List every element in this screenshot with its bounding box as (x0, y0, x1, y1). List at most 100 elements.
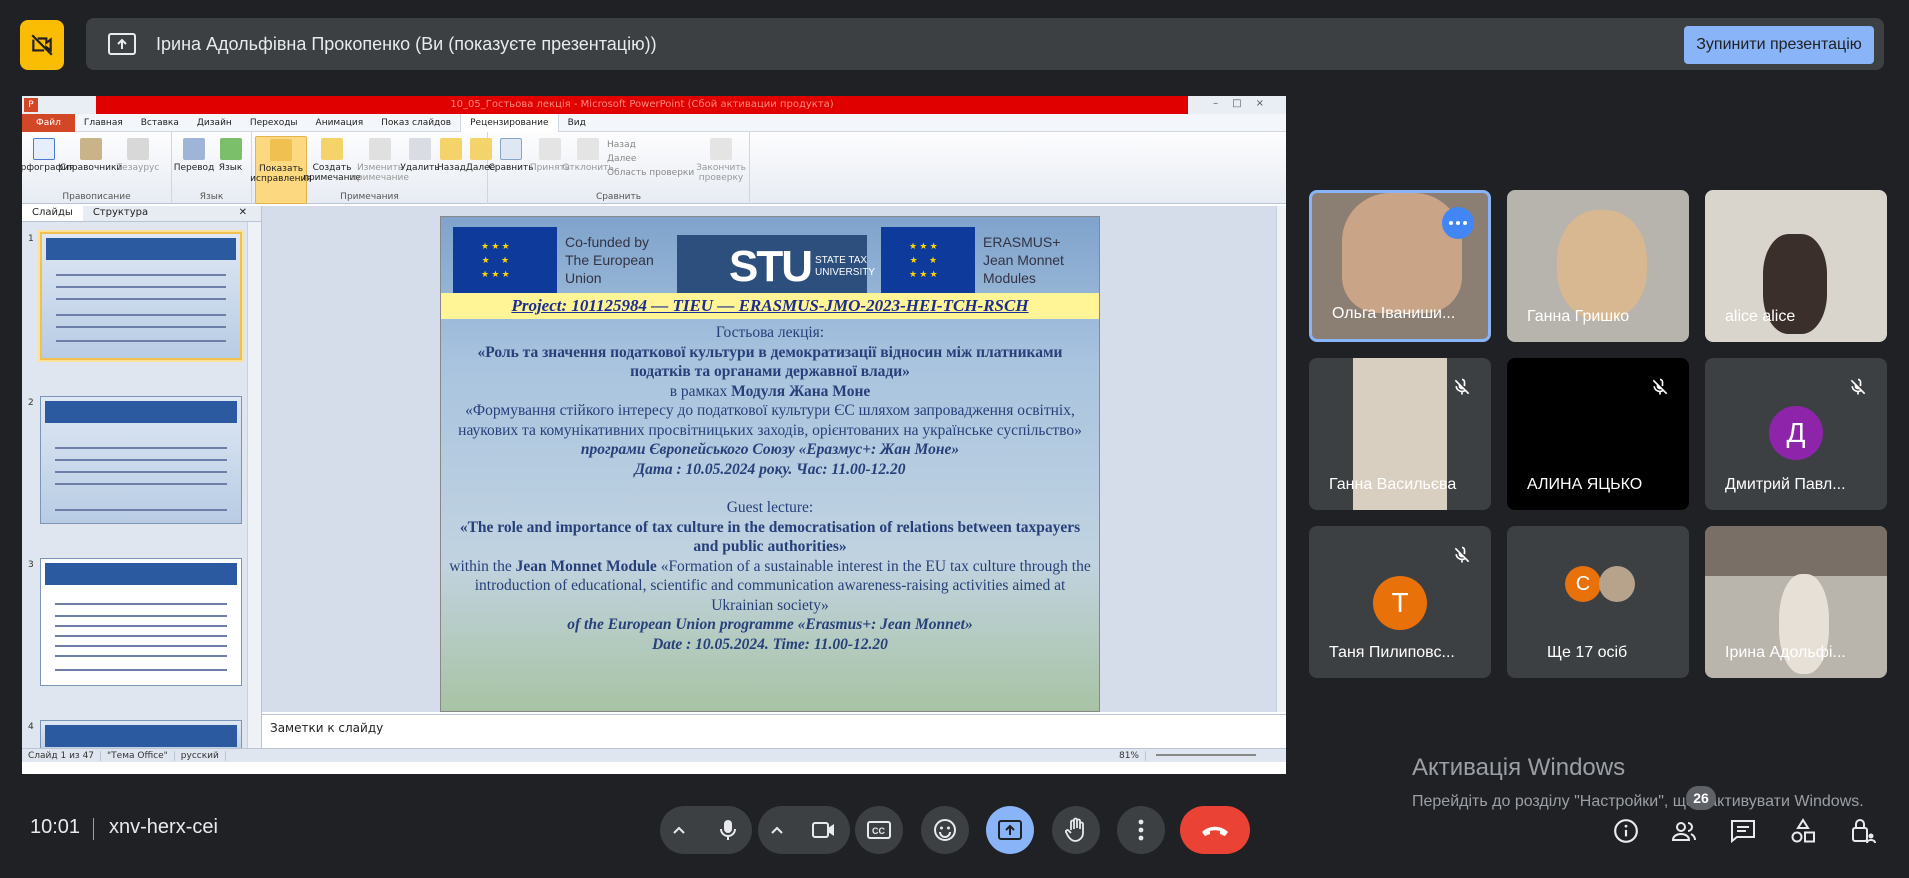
camera-control[interactable] (758, 806, 850, 854)
host-controls-button[interactable] (1846, 814, 1880, 848)
chat-icon (1731, 820, 1755, 843)
slide-editing-area: Co-funded by The European Union STU STAT… (262, 206, 1276, 712)
more-participants-tile[interactable]: С Ще 17 осіб (1507, 526, 1689, 678)
microphone-control[interactable] (660, 806, 752, 854)
tab-file[interactable]: Файл (22, 113, 75, 132)
ua-within-line: в рамках Модуля Жана Моне (669, 382, 871, 400)
participant-tile[interactable]: Д Дмитрий Павл... (1705, 358, 1887, 510)
microphone-icon[interactable] (718, 818, 738, 842)
stop-presenting-button[interactable]: Зупинити презентацію (1684, 26, 1874, 64)
ribbon-group-comments: Показать исправления Создать примечание … (250, 132, 495, 204)
shapes-icon (1791, 818, 1815, 843)
emoji-icon (934, 819, 956, 841)
language-status: русский (175, 750, 226, 761)
reactions-button[interactable] (921, 806, 969, 854)
tab-design[interactable]: Дизайн (188, 114, 241, 132)
meeting-code: xnv-herx-cei (109, 816, 218, 838)
thumbnail-number: 3 (28, 560, 34, 570)
chat-button[interactable] (1726, 814, 1760, 848)
activities-button[interactable] (1786, 814, 1820, 848)
present-screen-button[interactable] (986, 806, 1034, 854)
slide-scrollbar[interactable] (1276, 206, 1286, 712)
tab-slides[interactable]: Слайды (22, 206, 83, 221)
divider (93, 818, 94, 840)
prev-comment-icon (440, 138, 463, 160)
slides-pane-scrollbar[interactable] (247, 222, 261, 762)
thumbnail-number: 1 (28, 234, 34, 244)
more-options-icon[interactable] (1442, 207, 1474, 239)
camera-off-icon (31, 34, 53, 56)
tab-view[interactable]: Вид (559, 114, 595, 132)
participant-tile[interactable]: Ірина Адольфі... (1705, 526, 1887, 678)
delete-comment-icon (409, 138, 431, 160)
ppt-statusbar: Слайд 1 из 47 "Тема Office" русский 81% (22, 748, 1286, 762)
mic-off-icon (1451, 544, 1473, 566)
participant-tile[interactable]: Ганна Гришко (1507, 190, 1689, 342)
captions-button[interactable]: CC (855, 806, 903, 854)
meeting-details-button[interactable] (1609, 814, 1643, 848)
mic-off-icon (1847, 376, 1869, 398)
more-options-button[interactable] (1117, 806, 1165, 854)
edit-comment-icon (369, 138, 391, 160)
participant-name: Дмитрий Павл... (1725, 476, 1846, 493)
participant-tile[interactable]: Ганна Васильєва (1309, 358, 1491, 510)
window-controls[interactable]: –□× (1213, 98, 1278, 109)
participant-tile[interactable]: Ольга Іваниши... (1309, 190, 1491, 342)
more-participants-label: Ще 17 осіб (1547, 644, 1628, 661)
slide-thumbnail-1[interactable] (40, 232, 242, 360)
people-button[interactable] (1667, 814, 1701, 848)
participant-tile[interactable]: alice alice (1705, 190, 1887, 342)
avatar: С (1565, 566, 1601, 602)
tab-home[interactable]: Главная (75, 114, 132, 132)
tab-slideshow[interactable]: Показ слайдов (372, 114, 460, 132)
leave-call-button[interactable] (1180, 806, 1250, 854)
camera-off-indicator (20, 20, 64, 70)
participant-name: Ганна Васильєва (1329, 476, 1457, 493)
participant-video (1557, 210, 1647, 320)
slide-thumbnail-2[interactable] (40, 396, 242, 524)
slide-counter: Слайд 1 из 47 (22, 750, 102, 761)
review-prev-button[interactable]: Назад (607, 138, 697, 152)
en-program: of the European Union programme «Erasmus… (567, 616, 973, 633)
thumbnail-number: 2 (28, 398, 34, 408)
close-pane-icon[interactable]: ✕ (229, 206, 257, 219)
presenter-text: Ірина Адольфівна Прокопенко (Ви (показує… (156, 33, 657, 54)
review-next-button[interactable]: Далее (607, 152, 697, 166)
lock-person-icon (1852, 819, 1876, 844)
review-pane-button[interactable]: Область проверки (607, 166, 697, 180)
participant-tile[interactable]: Т Таня Пилиповс... (1309, 526, 1491, 678)
tab-outline[interactable]: Структура (83, 206, 158, 221)
clock: 10:01 (30, 816, 81, 838)
present-screen-icon (106, 30, 138, 58)
references-icon (80, 138, 102, 160)
tab-insert[interactable]: Вставка (132, 114, 188, 132)
slide-thumbnail-3[interactable] (40, 558, 242, 686)
en-date: Date : 10.05.2024. Time: 11.00-12.20 (652, 635, 888, 653)
more-vert-icon (1138, 819, 1144, 841)
tab-animations[interactable]: Анимация (307, 114, 373, 132)
cofunded-text: Co-funded by The European Union (565, 234, 654, 286)
raise-hand-button[interactable] (1052, 806, 1100, 854)
tab-transitions[interactable]: Переходы (241, 114, 307, 132)
present-icon (998, 820, 1022, 840)
en-guest-lecture: Guest lecture: (726, 499, 814, 516)
svg-text:CC: CC (872, 826, 885, 836)
zoom-slider[interactable] (1156, 754, 1256, 756)
powerpoint-logo-icon: P (24, 98, 38, 112)
participant-video (1705, 526, 1887, 576)
spelling-icon (33, 138, 55, 160)
camera-icon[interactable] (812, 821, 836, 839)
participant-name: АЛИНА ЯЦЬКО (1527, 476, 1643, 493)
zoom-level: 81% (1113, 750, 1146, 761)
chevron-up-icon[interactable] (672, 825, 686, 835)
stu-logo: STU STATE TAX UNIVERSITY (677, 235, 875, 299)
participant-name: alice alice (1725, 308, 1796, 325)
tab-review[interactable]: Рецензирование (460, 113, 559, 132)
slide-logo-row: Co-funded by The European Union STU STAT… (453, 223, 1087, 299)
slide-notes[interactable]: Заметки к слайду (262, 714, 1286, 748)
participant-count-badge: 26 (1686, 786, 1716, 810)
participant-tile[interactable]: АЛИНА ЯЦЬКО (1507, 358, 1689, 510)
compare-icon (500, 138, 522, 160)
ua-guest-lecture: Гостьова лекція: (715, 324, 825, 341)
chevron-up-icon[interactable] (770, 825, 784, 835)
